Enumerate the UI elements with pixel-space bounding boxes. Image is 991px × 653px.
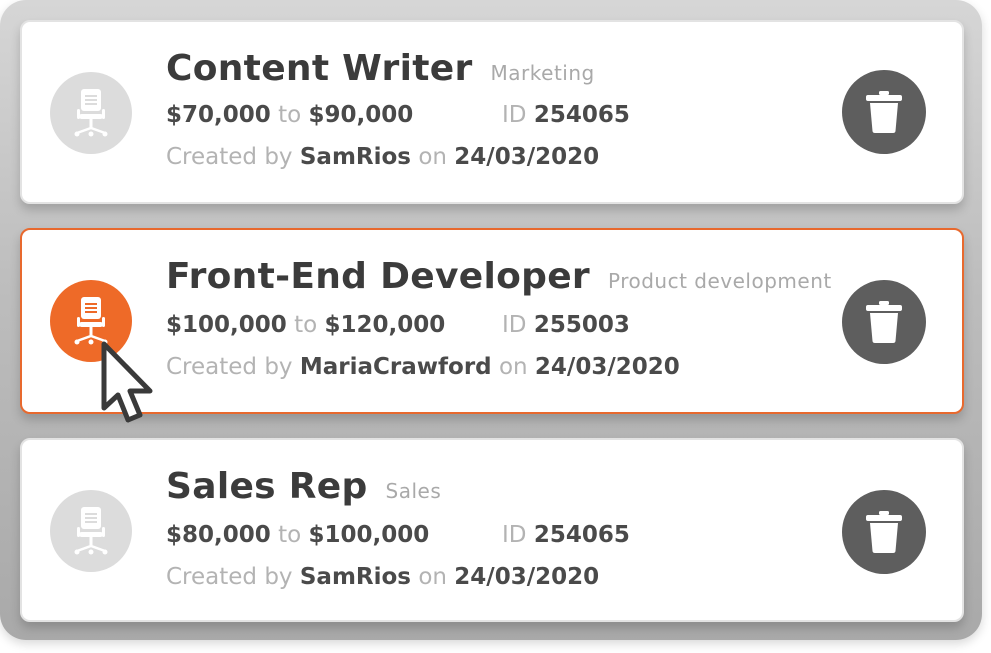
delete-button[interactable] xyxy=(842,280,926,364)
created-on-label: on xyxy=(418,144,447,170)
created-date: 24/03/2020 xyxy=(534,354,680,380)
salary-min: $100,000 xyxy=(166,312,287,338)
trash-icon xyxy=(866,301,902,343)
created-by-author: MariaCrawford xyxy=(299,354,492,380)
created-by-label: Created by xyxy=(166,354,293,380)
job-title-row: Content Writer Marketing xyxy=(166,48,595,89)
job-id-label: ID xyxy=(502,522,527,548)
created-by-label: Created by xyxy=(166,564,293,590)
salary-to-label: to xyxy=(294,312,318,338)
job-title-row: Front-End Developer Product development xyxy=(166,256,832,297)
delete-button[interactable] xyxy=(842,490,926,574)
created-by-author: SamRios xyxy=(299,144,411,170)
delete-button[interactable] xyxy=(842,70,926,154)
job-id: ID 254065 xyxy=(502,102,630,128)
mouse-pointer-icon xyxy=(101,341,153,423)
created-info: Created by MariaCrawford on 24/03/2020 xyxy=(166,354,680,380)
job-id-value: 255003 xyxy=(533,312,630,338)
salary-to-label: to xyxy=(278,102,302,128)
job-department: Sales xyxy=(385,479,442,503)
salary-min: $80,000 xyxy=(166,522,271,548)
salary-range: $100,000 to $120,000 xyxy=(166,312,445,338)
created-date: 24/03/2020 xyxy=(454,564,600,590)
trash-icon xyxy=(866,511,902,553)
job-avatar[interactable] xyxy=(50,490,132,572)
job-id-value: 254065 xyxy=(533,522,630,548)
job-card-sales-rep[interactable]: Sales Rep Sales $80,000 to $100,000 ID 2… xyxy=(20,438,964,622)
created-date: 24/03/2020 xyxy=(454,144,600,170)
salary-max: $120,000 xyxy=(324,312,446,338)
job-title: Content Writer xyxy=(166,48,473,89)
salary-max: $100,000 xyxy=(308,522,430,548)
trash-icon xyxy=(866,91,902,133)
job-title: Sales Rep xyxy=(166,466,368,507)
created-info: Created by SamRios on 24/03/2020 xyxy=(166,144,599,170)
job-id: ID 254065 xyxy=(502,522,630,548)
salary-max: $90,000 xyxy=(308,102,414,128)
job-id-value: 254065 xyxy=(533,102,630,128)
office-chair-icon xyxy=(74,89,108,137)
job-card-content-writer[interactable]: Content Writer Marketing $70,000 to $90,… xyxy=(20,20,964,204)
salary-range: $70,000 to $90,000 xyxy=(166,102,413,128)
job-list-panel: Content Writer Marketing $70,000 to $90,… xyxy=(0,0,982,640)
salary-range: $80,000 to $100,000 xyxy=(166,522,429,548)
salary-min: $70,000 xyxy=(166,102,271,128)
created-on-label: on xyxy=(418,564,447,590)
created-on-label: on xyxy=(498,354,528,380)
job-id: ID 255003 xyxy=(502,312,630,338)
office-chair-icon xyxy=(74,507,108,555)
job-title-row: Sales Rep Sales xyxy=(166,466,441,507)
created-by-label: Created by xyxy=(166,144,293,170)
job-id-label: ID xyxy=(502,102,527,128)
salary-to-label: to xyxy=(278,522,302,548)
job-title: Front-End Developer xyxy=(166,256,590,297)
job-id-label: ID xyxy=(502,312,527,338)
created-info: Created by SamRios on 24/03/2020 xyxy=(166,564,599,590)
job-department: Marketing xyxy=(490,61,595,85)
created-by-author: SamRios xyxy=(299,564,411,590)
job-avatar[interactable] xyxy=(50,72,132,154)
job-department: Product development xyxy=(607,269,832,293)
